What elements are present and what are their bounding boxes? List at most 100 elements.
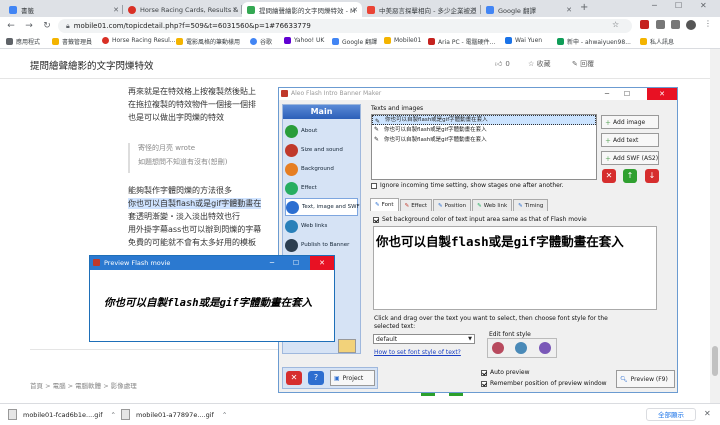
sidebar-item-size-sound[interactable]: Size and sound [285,141,358,159]
font-style-group [487,338,557,358]
close-icon[interactable]: ✕ [232,6,238,14]
youtube-icon [367,5,375,14]
same-bg-checkbox[interactable]: Set background color of text input area … [373,216,587,223]
move-down-icon[interactable]: ↓ [645,169,659,183]
sidebar-item-effect[interactable]: Effect [285,179,358,197]
sidebar-item-publish[interactable]: Publish to Banner [285,236,358,254]
font-select[interactable]: default ▼ [373,334,475,344]
url-field[interactable]: 🔒︎ mobile01.com/topicdetail.php?f=509&t=… [58,19,632,33]
like-button[interactable]: 👍︎ 0 [495,59,510,69]
browser-tab-news[interactable]: 中美惡言探擊相向 - 多少企業被迫 ✕ [362,2,481,17]
italic-style-icon[interactable] [515,342,527,354]
puzzle-icon[interactable] [671,20,680,29]
list-item[interactable]: ✎ 你也可以自製flash或是gif字體動畫在套入 [372,115,596,125]
close-window-icon[interactable]: ✕ [700,1,707,10]
bookmark-aria[interactable]: Aria PC - 電腦硬件... [428,37,495,46]
bookmark-yahoo[interactable]: Yahoo! UK [284,37,324,44]
tab-position[interactable]: ✎ Position [433,199,472,211]
extension-icon[interactable] [656,20,665,29]
reply-button[interactable]: ✎ 回覆 [572,59,594,69]
tab-label: Google 翻譯 [498,6,536,15]
browser-tab-bookmarks[interactable]: 書籤 ✕ [4,2,123,17]
list-item[interactable]: ✎ 你也可以自製flash或是gif字體動畫在套入 [372,125,596,135]
close-icon[interactable]: ✕ [352,6,358,14]
close-icon[interactable]: ✕ [471,6,477,14]
bold-style-icon[interactable] [492,342,504,354]
download-item[interactable]: mobile01-fcad6b1e....gif ⌃ [8,409,116,420]
menu-icon[interactable]: ⋮ [704,19,712,28]
maximize-icon[interactable]: ☐ [675,1,682,10]
add-text-button[interactable]: ＋ Add text [601,133,659,147]
brush-icon[interactable] [338,339,356,353]
color-style-icon[interactable] [539,342,551,354]
bookmark-star-icon[interactable]: ☆ [612,20,619,29]
scrollbar-thumb[interactable] [712,346,718,376]
minimize-icon[interactable]: ─ [652,1,657,10]
sidebar-item-about[interactable]: About [285,122,358,140]
new-tab-button[interactable]: + [580,2,588,13]
bookmark-apps[interactable]: 應用程式 [6,37,40,46]
texts-list[interactable]: ✎ 你也可以自製flash或是gif字體動畫在套入 ✎ 你也可以自製flash或是g… [371,114,597,180]
add-image-button[interactable]: ＋ Add image [601,115,659,129]
extension-icon[interactable] [640,20,649,29]
bookmark-horse[interactable]: Horse Racing Resul... [102,37,175,44]
close-icon[interactable]: ✕ [566,6,572,14]
tab-effect[interactable]: ✎ Effect [399,199,433,211]
tab-label: Horse Racing Cards, Results & B [140,5,242,14]
remember-position-checkbox[interactable]: Remember position of preview window [481,380,607,387]
add-swf-button[interactable]: ＋ Add SWF (AS2) [601,151,659,165]
web-links-icon [285,219,298,233]
list-item[interactable]: ✎ 你也可以自製flash或是gif字體動畫在套入 [372,135,596,145]
close-app-icon[interactable]: ✕ [286,371,302,385]
page-scrollbar[interactable] [710,49,720,403]
editor-text[interactable]: 你也可以自製flash或是gif字體動畫在套入 [376,231,624,250]
download-item[interactable]: mobile01-a77897e....gif ⌃ [121,409,227,420]
forward-icon[interactable]: → [22,19,36,33]
browser-tab-translate[interactable]: Google 翻譯 ✕ [481,2,576,17]
bookmark-movie[interactable]: 電影風格的筆動樣用 [176,37,240,46]
preview-button[interactable]: 🔍︎ Preview (F9) [616,370,675,388]
help-icon[interactable]: ? [308,371,324,385]
size-sound-icon [285,143,298,157]
bookmark-google[interactable]: 谷歌 [250,37,272,46]
address-bar-row: ← → ↻ 🔒︎ mobile01.com/topicdetail.php?f=… [0,17,720,35]
move-up-icon[interactable]: ↑ [623,169,637,183]
bookmark-manager[interactable]: 書籤管理員 [52,37,92,46]
tab-font[interactable]: ✎ Font [370,198,399,211]
text-editor-area[interactable]: 你也可以自製flash或是gif字體動畫在套入 [373,226,657,310]
project-button[interactable]: ▣ Project [330,370,375,386]
sidebar-item-text-image-swf[interactable]: Text, image and SWF [285,198,360,216]
sidebar-item-background[interactable]: Background [285,160,358,178]
maximize-icon[interactable]: ☐ [286,256,306,270]
ignore-time-checkbox[interactable]: Ignore incoming time setting, show stage… [371,182,564,189]
sidebar-item-web-links[interactable]: Web links [285,217,358,235]
bookmark-waiyuen[interactable]: Wai Yuen [505,37,542,44]
background-icon [285,162,298,176]
browser-tab-horse-racing[interactable]: Horse Racing Cards, Results & B ✕ [123,2,242,17]
minimize-icon[interactable]: ─ [262,256,282,270]
bookmark-mail[interactable]: 新申 - ahwaiyuen98... [557,37,631,46]
close-icon[interactable]: ✕ [310,256,334,270]
delete-icon[interactable]: ✕ [602,169,616,183]
tab-timing[interactable]: ✎ Timing [513,199,549,211]
close-icon[interactable]: ✕ [113,6,119,14]
minimize-icon[interactable]: ─ [597,88,617,100]
close-icon[interactable]: ✕ [647,88,677,100]
back-icon[interactable]: ← [4,19,18,33]
auto-preview-checkbox[interactable]: Auto preview [481,369,530,376]
avatar[interactable] [686,20,696,30]
preview-window: Preview Flash movie ─ ☐ ✕ 你也可以自製flash或是g… [89,255,335,342]
show-all-button[interactable]: 全部顯示 [646,408,696,421]
quote-text: 如題想問不知道有沒有(恕刪) [138,158,228,166]
bookmark-mobile01[interactable]: Mobile01 [384,37,421,44]
tab-web-link[interactable]: ✎ Web link [472,199,513,211]
maximize-icon[interactable]: ☐ [617,88,637,100]
close-icon[interactable]: ✕ [704,409,711,418]
collect-button[interactable]: ☆ 收藏 [528,59,551,69]
bookmark-translate[interactable]: Google 翻譯 [332,37,377,46]
reload-icon[interactable]: ↻ [40,19,54,33]
bookmark-pm[interactable]: 私人訊息 [640,37,674,46]
browser-tab-active[interactable]: 提問繪聲繪影的文字閃爍特效 - M ✕ [242,2,362,17]
bottom-toolbar: ✕ ? ▣ Project [282,367,378,389]
howto-link[interactable]: How to set font style of text? [374,349,461,356]
